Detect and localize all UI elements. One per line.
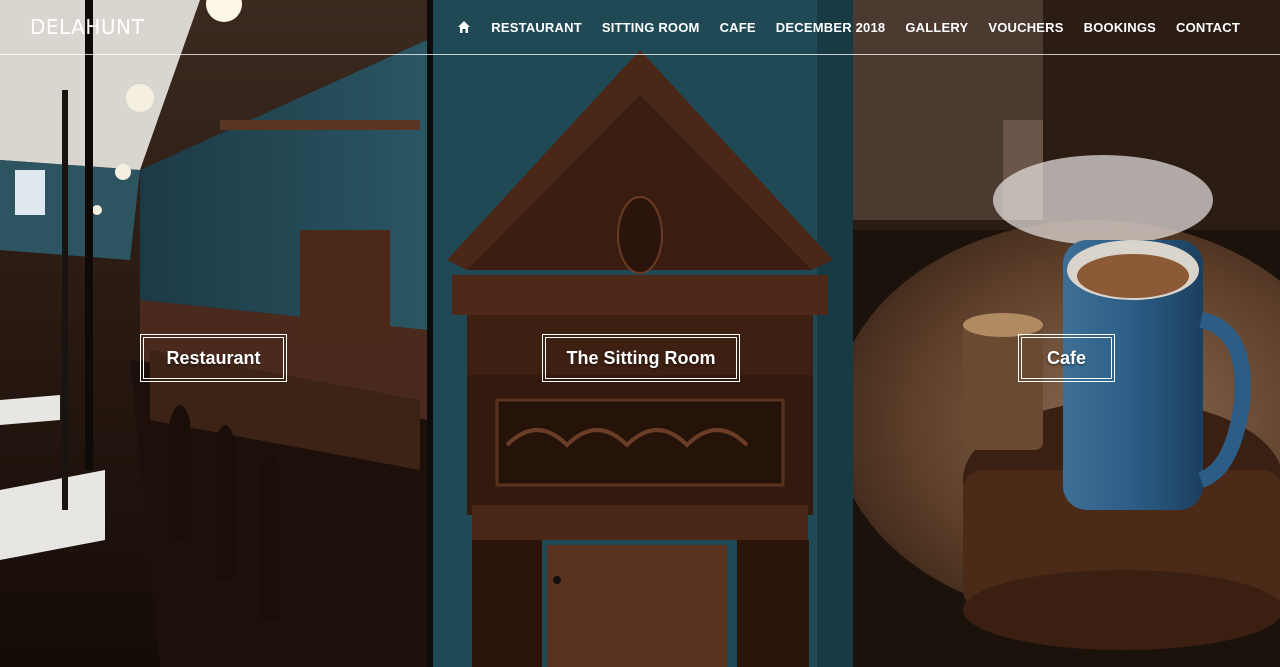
sitting-room-button-label: The Sitting Room: [545, 337, 737, 379]
restaurant-button-label: Restaurant: [143, 337, 284, 379]
nav-gallery[interactable]: GALLERY: [905, 20, 968, 35]
nav-bookings[interactable]: BOOKINGS: [1084, 20, 1156, 35]
cafe-panel[interactable]: Cafe: [853, 0, 1280, 667]
nav-vouchers[interactable]: VOUCHERS: [988, 20, 1063, 35]
site-logo[interactable]: DELAHUNT: [30, 15, 144, 39]
nav-december-2018[interactable]: DECEMBER 2018: [776, 20, 886, 35]
cafe-button-label: Cafe: [1021, 337, 1112, 379]
nav-restaurant[interactable]: RESTAURANT: [491, 20, 582, 35]
restaurant-button[interactable]: Restaurant: [140, 334, 287, 382]
main-nav: RESTAURANT SITTING ROOM CAFE DECEMBER 20…: [457, 20, 1240, 35]
nav-contact[interactable]: CONTACT: [1176, 20, 1240, 35]
home-icon[interactable]: [457, 20, 471, 34]
restaurant-panel[interactable]: Restaurant: [0, 0, 427, 667]
cafe-button[interactable]: Cafe: [1018, 334, 1115, 382]
sitting-room-button[interactable]: The Sitting Room: [542, 334, 740, 382]
sitting-room-panel[interactable]: The Sitting Room: [427, 0, 853, 667]
nav-cafe[interactable]: CAFE: [720, 20, 756, 35]
site-header: DELAHUNT RESTAURANT SITTING ROOM CAFE DE…: [0, 0, 1280, 55]
nav-sitting-room[interactable]: SITTING ROOM: [602, 20, 700, 35]
hero-panels: Restaurant The Sitting Room Cafe: [0, 0, 1280, 667]
